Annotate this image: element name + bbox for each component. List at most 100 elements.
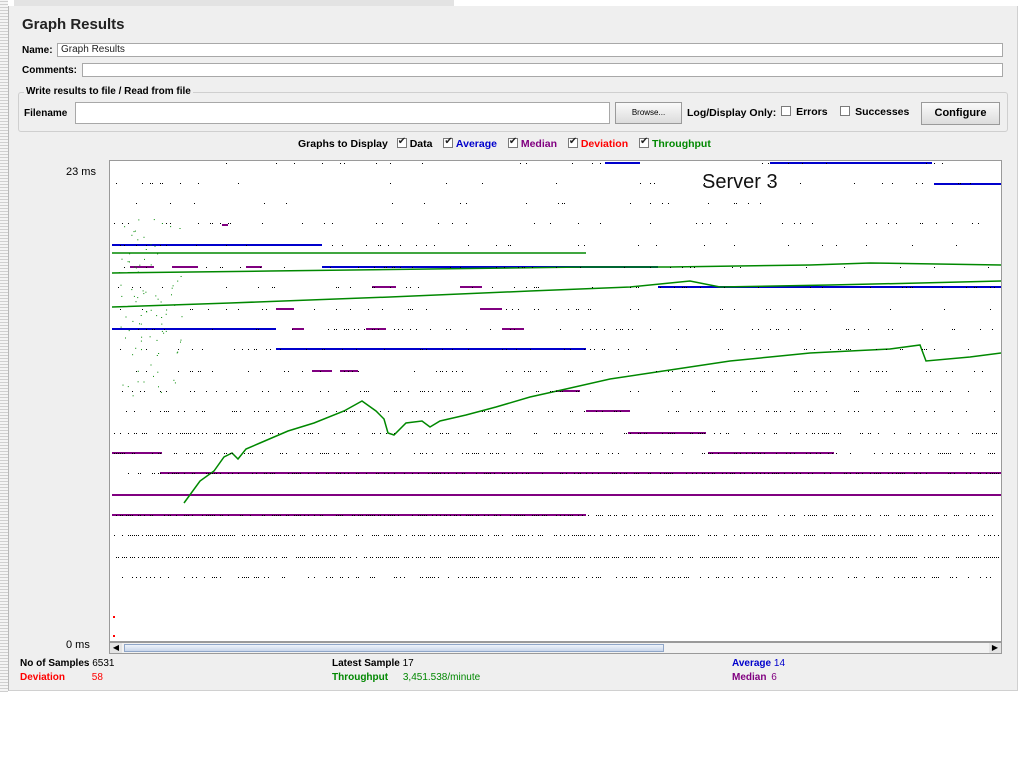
median-checkbox[interactable] [507, 136, 518, 148]
data-point [616, 515, 617, 516]
data-point [334, 329, 335, 330]
window-resize-grip[interactable] [0, 0, 8, 692]
option-deviation[interactable]: Deviation [567, 136, 628, 150]
browse-button[interactable]: Browse... [615, 102, 682, 124]
data-point [122, 391, 123, 392]
data-point [866, 245, 867, 246]
option-median[interactable]: Median [507, 136, 557, 150]
data-point [424, 391, 425, 392]
data-point [644, 577, 645, 578]
data-point [520, 515, 521, 516]
data-point [268, 577, 269, 578]
data-point [812, 515, 813, 516]
data-point [692, 557, 693, 558]
data-point [662, 203, 663, 204]
data-point [770, 535, 771, 536]
data-point [450, 329, 451, 330]
data-point [908, 433, 909, 434]
data-point [654, 183, 655, 184]
data-point [302, 223, 303, 224]
scroll-left-arrow[interactable]: ◀ [110, 643, 122, 653]
data-point [150, 411, 151, 412]
latest-sample-value: 17 [402, 658, 414, 669]
data-point [560, 535, 561, 536]
data-point [802, 163, 803, 164]
data-point [420, 577, 421, 578]
successes-checkbox-group[interactable]: Successes [840, 106, 909, 118]
data-point [850, 453, 851, 454]
name-input[interactable]: Graph Results [57, 43, 1003, 57]
option-throughput[interactable]: Throughput [639, 136, 711, 150]
data-point [206, 473, 207, 474]
data-point [602, 371, 603, 372]
successes-checkbox[interactable] [840, 106, 850, 116]
data-point [754, 371, 755, 372]
data-point [380, 557, 381, 558]
data-point [878, 371, 879, 372]
data-point [534, 453, 535, 454]
average-checkbox[interactable] [443, 136, 454, 148]
data-point [634, 473, 635, 474]
throughput-label: Throughput [332, 672, 389, 683]
data-point [958, 515, 959, 516]
data-checkbox[interactable] [396, 136, 407, 148]
data-point [170, 557, 171, 558]
data-point [258, 329, 259, 330]
graph-horizontal-scrollbar[interactable]: ◀ ▶ [109, 642, 1002, 654]
data-point [930, 371, 931, 372]
data-point [928, 453, 929, 454]
data-point [326, 557, 327, 558]
data-point [822, 557, 823, 558]
data-point [664, 515, 665, 516]
data-point [742, 535, 743, 536]
data-point [532, 411, 533, 412]
data-point [406, 557, 407, 558]
data-point [426, 349, 427, 350]
errors-checkbox[interactable] [781, 106, 791, 116]
file-section-legend: Write results to file / Read from file [24, 86, 193, 97]
data-point [726, 223, 727, 224]
data-point [992, 557, 993, 558]
data-point [422, 535, 423, 536]
data-point [206, 515, 207, 516]
data-point [992, 453, 993, 454]
data-point [452, 223, 453, 224]
errors-checkbox-group[interactable]: Errors [781, 106, 828, 118]
data-point [396, 391, 397, 392]
data-point [364, 557, 365, 558]
data-point [400, 391, 401, 392]
data-point [574, 473, 575, 474]
data-point [770, 557, 771, 558]
data-point [830, 371, 831, 372]
data-point [378, 557, 379, 558]
data-point [734, 309, 735, 310]
filename-input[interactable] [75, 102, 610, 124]
data-point [350, 309, 351, 310]
data-point [314, 557, 315, 558]
configure-button[interactable]: Configure [921, 102, 1000, 125]
option-average[interactable]: Average [443, 136, 497, 150]
data-point [422, 391, 423, 392]
data-point [852, 557, 853, 558]
data-point [992, 473, 993, 474]
data-point [172, 535, 173, 536]
data-point [510, 391, 511, 392]
scroll-right-arrow[interactable]: ▶ [989, 643, 1001, 653]
data-point [692, 535, 693, 536]
comments-input[interactable] [82, 63, 1003, 77]
data-point [160, 535, 161, 536]
throughput-checkbox[interactable] [639, 136, 650, 148]
data-point [556, 515, 557, 516]
data-point [506, 577, 507, 578]
data-point [262, 515, 263, 516]
deviation-checkbox[interactable] [567, 136, 578, 148]
option-data[interactable]: Data [396, 136, 432, 150]
data-point [152, 557, 153, 558]
data-point [872, 411, 873, 412]
data-point [598, 473, 599, 474]
data-point [854, 577, 855, 578]
data-point [996, 473, 997, 474]
data-point [466, 577, 467, 578]
scroll-thumb[interactable] [124, 644, 664, 652]
data-point [740, 557, 741, 558]
